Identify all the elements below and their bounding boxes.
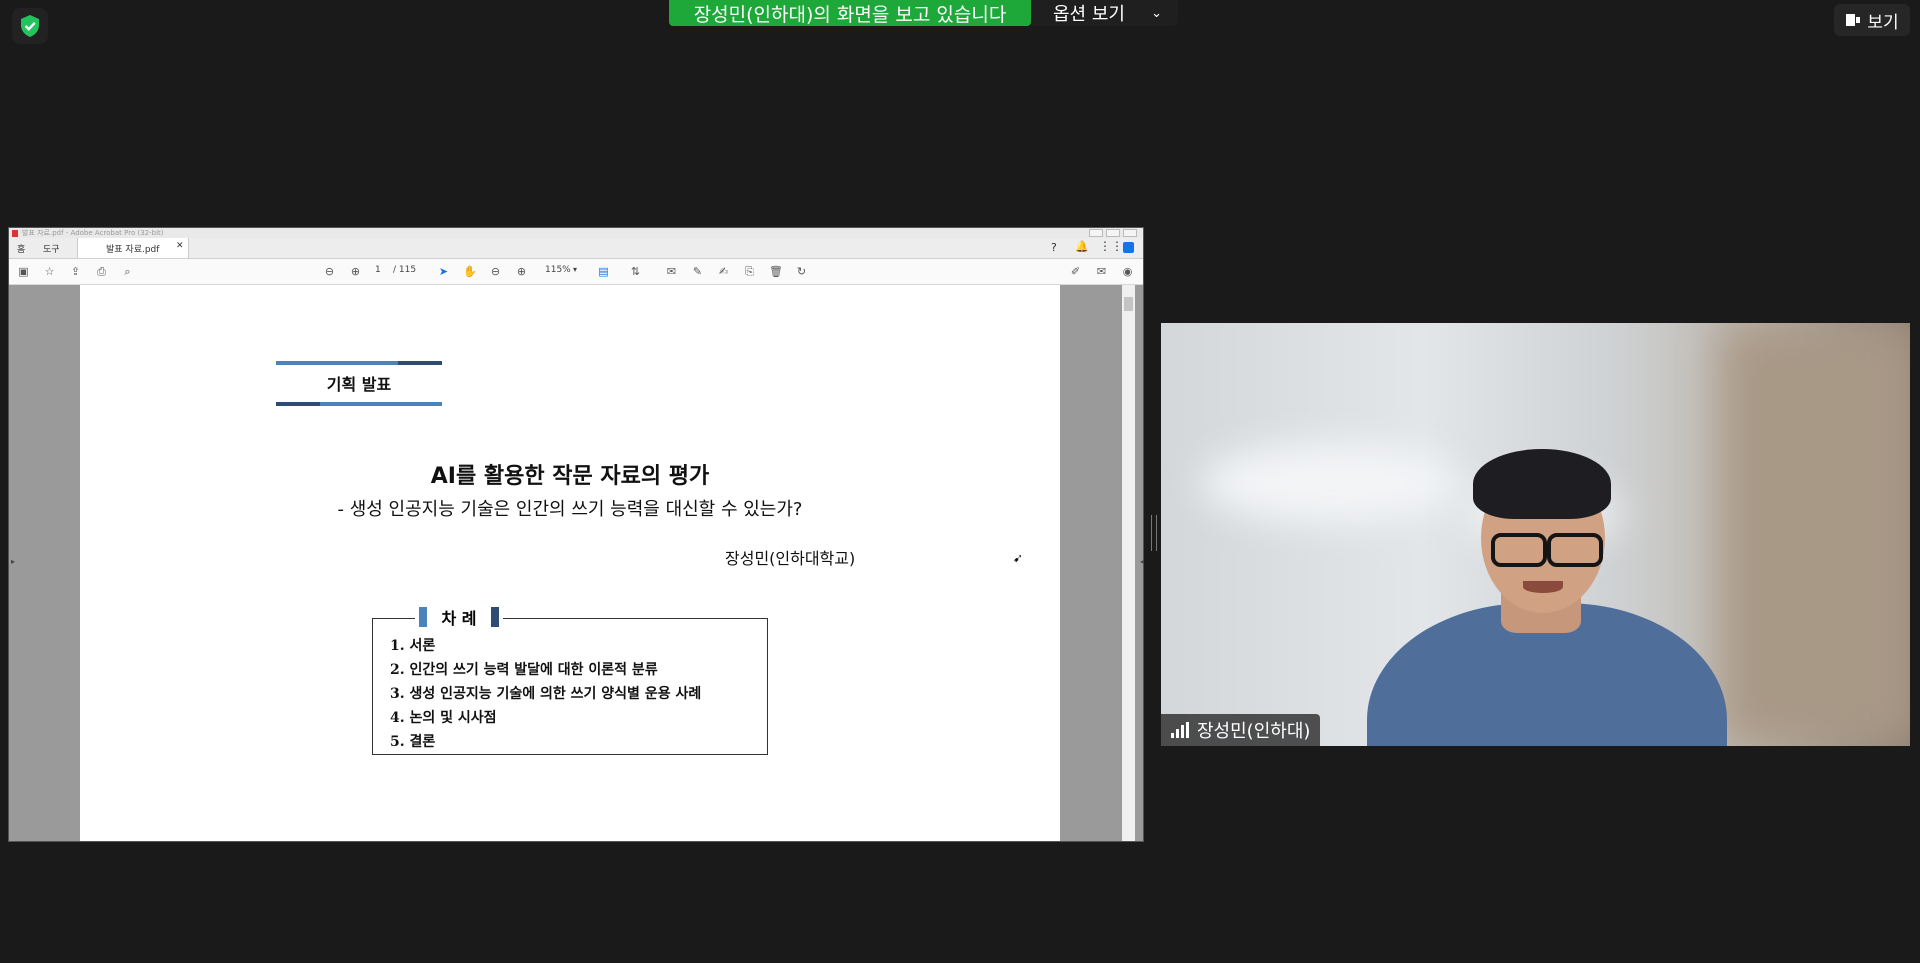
upload-icon[interactable]: ⇪: [69, 265, 82, 278]
bookmark-star-icon[interactable]: ☆: [43, 265, 56, 278]
document-tab-label: 발표 자료.pdf: [106, 245, 160, 255]
person-mouth: [1523, 581, 1563, 593]
toc-item: 3. 생성 인공지능 기술에 의한 쓰기 양식별 운용 사례: [390, 686, 702, 702]
split-resize-handle[interactable]: [1151, 515, 1157, 551]
toc-heading-text: 차 례: [441, 609, 477, 628]
apps-grid-icon[interactable]: ⋮⋮: [1099, 239, 1123, 253]
account-icon[interactable]: ◉: [1121, 265, 1134, 278]
mouse-cursor-icon: ➹: [1013, 551, 1024, 565]
pen-icon[interactable]: ✎: [691, 265, 704, 278]
signal-strength-icon: [1171, 722, 1189, 738]
fill-sign-icon[interactable]: ✐: [1069, 265, 1082, 278]
layout-icon: [1846, 14, 1861, 26]
toc-item: 4. 논의 및 시사점: [390, 710, 497, 726]
glasses-right: [1547, 533, 1603, 567]
zoom-dropdown-icon[interactable]: ▾: [573, 265, 577, 274]
maximize-button[interactable]: [1106, 229, 1120, 237]
highlight-icon[interactable]: ✍: [717, 265, 730, 278]
participant-video[interactable]: [1161, 323, 1910, 746]
heading-bar-bottom-light: [320, 402, 442, 406]
right-panel-toggle-icon[interactable]: ◂: [1140, 557, 1144, 566]
save-icon[interactable]: ▣: [17, 265, 30, 278]
stamp-icon[interactable]: ⎘: [743, 265, 756, 278]
shared-acrobat-window[interactable]: 발표 자료.pdf - Adobe Acrobat Pro (32-bit) 홈…: [9, 228, 1144, 841]
scrollbar-thumb[interactable]: [1124, 297, 1133, 311]
bell-icon[interactable]: 🔔: [1075, 240, 1089, 253]
main-title: AI를 활용한 작문 자료의 평가: [430, 464, 710, 489]
acrobat-window-title: 발표 자료.pdf - Adobe Acrobat Pro (32-bit): [22, 229, 164, 237]
toc-item: 2. 인간의 쓰기 능력 발달에 대한 이론적 분류: [390, 662, 658, 678]
left-panel-toggle-icon[interactable]: ▸: [11, 557, 15, 566]
nav-tools[interactable]: 도구: [43, 242, 60, 255]
shelf-blur: [1721, 323, 1910, 746]
rotate-icon[interactable]: ↻: [795, 265, 808, 278]
acrobat-toolbar: ▣ ☆ ⇪ ⎙ ⌕ ⊖ ⊕ 1 / 115 ➤ ✋ ⊖ ⊕ 115% ▾ ▤ ⇅…: [9, 259, 1143, 285]
shield-check-icon: [21, 15, 39, 37]
hand-tool-icon[interactable]: ✋: [463, 265, 477, 278]
view-options-label: 옵션 보기: [1053, 4, 1125, 25]
heading-bar-top-light: [276, 361, 398, 365]
next-page-icon[interactable]: ⊕: [349, 265, 362, 278]
scroll-mode-icon[interactable]: ⇅: [629, 265, 642, 278]
security-shield-icon[interactable]: [12, 8, 48, 44]
email-icon[interactable]: ✉: [1095, 265, 1108, 278]
acrobat-app-icon: [12, 229, 18, 237]
person-hair: [1473, 449, 1611, 519]
help-icon[interactable]: ?: [1051, 241, 1057, 254]
pdf-page: 기획 발표 AI를 활용한 작문 자료의 평가 - 생성 인공지능 기술은 인간…: [80, 285, 1060, 841]
toc-marker-right: [490, 607, 499, 627]
search-icon[interactable]: ⌕: [121, 265, 134, 278]
zoom-level[interactable]: 115%: [545, 265, 571, 275]
close-tab-icon[interactable]: ✕: [176, 241, 184, 251]
view-layout-button[interactable]: 보기: [1834, 4, 1910, 36]
close-window-button[interactable]: [1123, 229, 1137, 237]
print-icon[interactable]: ⎙: [95, 265, 108, 278]
heading-bar-top-dark: [398, 361, 442, 365]
cloud-icon[interactable]: [1123, 242, 1134, 253]
screen-share-banner: 장성민(인하대)의 화면을 보고 있습니다: [669, 0, 1031, 26]
toc-item: 5. 결론: [390, 734, 436, 750]
chevron-down-icon: ⌄: [1151, 5, 1162, 21]
prev-page-icon[interactable]: ⊖: [323, 265, 336, 278]
heading-bar-bottom-dark: [276, 402, 320, 406]
minimize-button[interactable]: [1089, 229, 1103, 237]
participant-name: 장성민(인하대): [1197, 721, 1311, 742]
page-total: / 115: [393, 265, 417, 275]
toc-heading: 차 례: [415, 606, 503, 628]
page-fit-icon[interactable]: ▤: [597, 265, 610, 278]
toc-marker-left: [419, 607, 428, 627]
author: 장성민(인하대학교): [725, 549, 856, 568]
zoom-out-icon[interactable]: ⊖: [489, 265, 502, 278]
plan-label: 기획 발표: [326, 375, 392, 394]
nav-home[interactable]: 홈: [17, 242, 25, 255]
glasses-left: [1491, 533, 1547, 567]
window-light-blur: [1201, 443, 1461, 523]
page-number-input[interactable]: 1: [375, 265, 381, 275]
acrobat-title-bar: 발표 자료.pdf - Adobe Acrobat Pro (32-bit): [9, 228, 1143, 238]
acrobat-tab-bar: 홈 도구 발표 자료.pdf ✕ ? 🔔 ⋮⋮: [9, 238, 1143, 259]
participant-name-tag: 장성민(인하대): [1161, 714, 1321, 746]
view-options-button[interactable]: 옵션 보기 ⌄: [1031, 0, 1178, 26]
sub-title: - 생성 인공지능 기술은 인간의 쓰기 능력을 대신할 수 있는가?: [337, 499, 803, 520]
delete-icon[interactable]: 🗑: [769, 265, 783, 278]
zoom-in-icon[interactable]: ⊕: [515, 265, 528, 278]
document-viewport[interactable]: ▸ ◂ 기획 발표 AI를 활용한 작문 자료의 평가 - 생성 인공지능 기술…: [9, 285, 1144, 841]
comment-icon[interactable]: ✉: [665, 265, 678, 278]
select-cursor-icon[interactable]: ➤: [437, 265, 450, 278]
view-layout-label: 보기: [1867, 12, 1899, 33]
toc-item: 1. 서론: [390, 638, 436, 654]
vertical-scrollbar[interactable]: [1122, 285, 1135, 841]
document-tab[interactable]: 발표 자료.pdf ✕: [77, 238, 189, 258]
